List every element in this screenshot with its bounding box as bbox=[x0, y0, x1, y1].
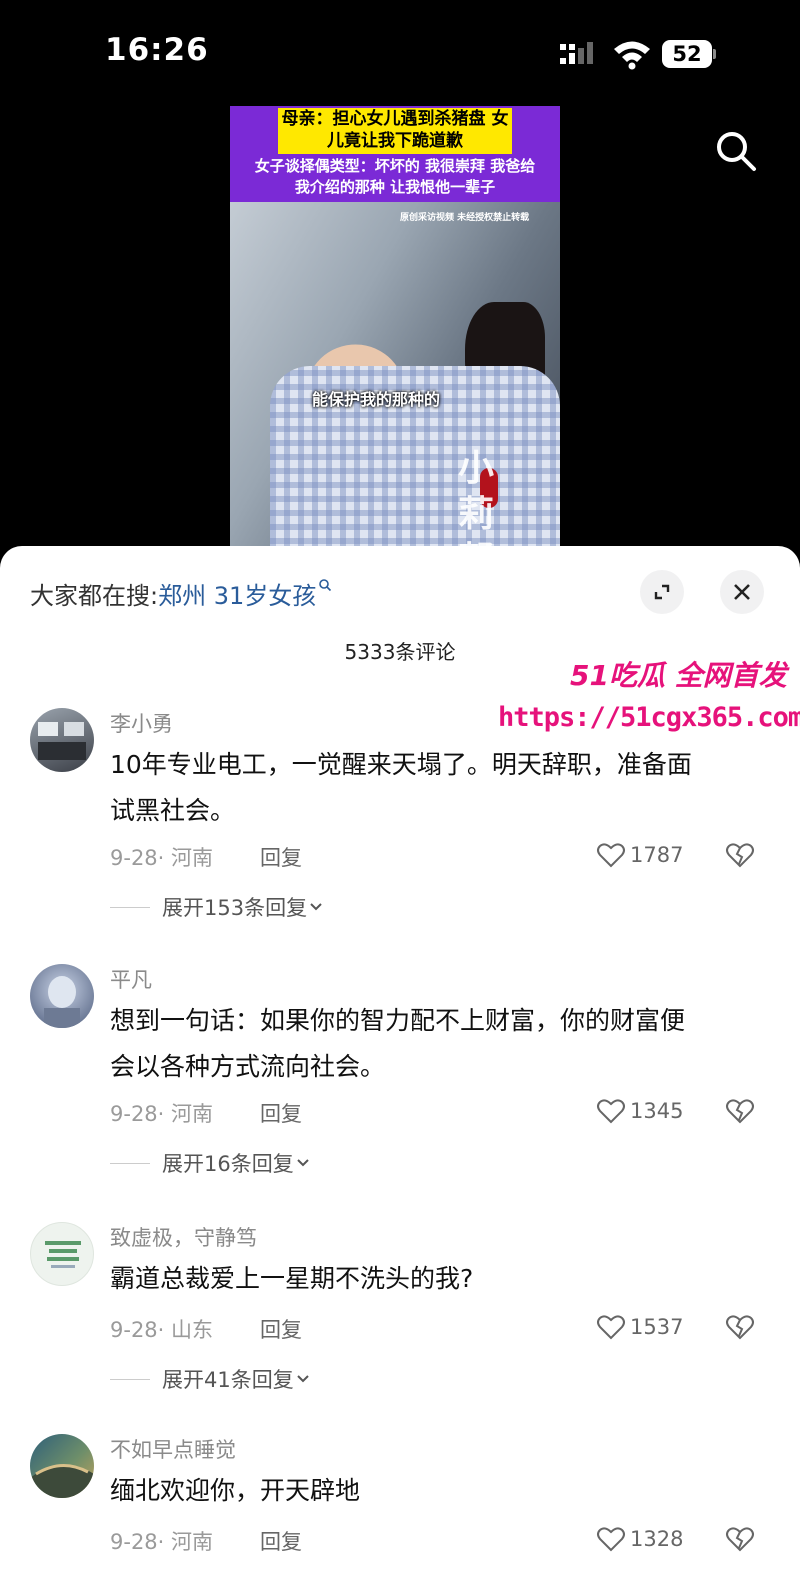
battery-level: 52 bbox=[662, 40, 712, 68]
reply-button[interactable]: 回复 bbox=[260, 1314, 302, 1344]
avatar[interactable] bbox=[30, 708, 94, 772]
promo-watermark: 51吃瓜 全网首发 https://51cgx365.com bbox=[490, 654, 800, 744]
chevron-down-icon bbox=[297, 1159, 309, 1167]
comment-text-line: 10年专业电工，一觉醒来天塌了。明天辞职，准备面 bbox=[110, 750, 692, 779]
avatar[interactable] bbox=[30, 964, 94, 1028]
broken-heart-icon[interactable] bbox=[725, 842, 755, 868]
comment-text: 10年专业电工，一觉醒来天塌了。明天辞职，准备面 试黑社会。 bbox=[110, 742, 750, 834]
heart-icon bbox=[597, 1527, 625, 1552]
comment-text-line: 霸道总裁爱上一星期不洗头的我? bbox=[110, 1264, 474, 1293]
like-button[interactable]: 1537 bbox=[596, 1314, 683, 1340]
heart-icon bbox=[597, 843, 625, 868]
expand-button[interactable] bbox=[640, 570, 684, 614]
trending-search[interactable]: 大家都在搜:郑州 31岁女孩 bbox=[30, 576, 332, 611]
expand-icon bbox=[654, 584, 670, 600]
reply-button[interactable]: 回复 bbox=[260, 1098, 302, 1128]
expand-replies-label: 展开153条回复 bbox=[162, 896, 308, 920]
broken-heart-icon[interactable] bbox=[725, 1314, 755, 1340]
comment-meta: 9-28· 河南 bbox=[110, 1102, 214, 1126]
like-button[interactable]: 1787 bbox=[596, 842, 683, 868]
like-count: 1345 bbox=[630, 1099, 684, 1123]
like-button[interactable]: 1328 bbox=[596, 1526, 683, 1552]
comment-text-line: 会以各种方式流向社会。 bbox=[110, 1052, 386, 1081]
comment-username[interactable]: 李小勇 bbox=[110, 708, 173, 738]
trending-search-prefix: 大家都在搜: bbox=[30, 582, 159, 610]
broken-heart-icon[interactable] bbox=[725, 1098, 755, 1124]
video-side-caption: 小莉帮忙 bbox=[458, 448, 495, 556]
small-search-icon bbox=[319, 579, 332, 592]
comment-text-line: 试黑社会。 bbox=[110, 796, 236, 825]
cellular-signal-icon bbox=[560, 42, 593, 64]
close-button[interactable] bbox=[720, 570, 764, 614]
comment-username[interactable]: 平凡 bbox=[110, 964, 152, 994]
heart-icon bbox=[597, 1099, 625, 1124]
trending-search-term[interactable]: 郑州 31岁女孩 bbox=[158, 582, 316, 610]
video-copyright-note: 原创采访视频 未经授权禁止转载 bbox=[400, 213, 530, 223]
status-time: 16:26 bbox=[105, 32, 209, 68]
comment-text: 霸道总裁爱上一星期不洗头的我? bbox=[110, 1256, 750, 1302]
video-headline-1: 母亲：担心女儿遇到杀猪盘 女儿竟让我下跪道歉 bbox=[278, 108, 512, 154]
wifi-icon bbox=[614, 41, 650, 70]
chevron-down-icon bbox=[297, 1375, 309, 1383]
comment-username[interactable]: 不如早点睡觉 bbox=[110, 1434, 236, 1464]
comment-meta: 9-28· 山东 bbox=[110, 1318, 214, 1342]
expand-replies-label: 展开16条回复 bbox=[162, 1152, 294, 1176]
expand-replies-button[interactable]: 展开153条回复 bbox=[110, 892, 325, 922]
video-title-band: 母亲：担心女儿遇到杀猪盘 女儿竟让我下跪道歉 女子谈择偶类型：坏坏的 我很崇拜 … bbox=[230, 106, 560, 202]
battery-icon: 52 bbox=[662, 40, 716, 68]
video-subtitle: 能保护我的那种的 bbox=[312, 390, 441, 409]
like-count: 1787 bbox=[630, 843, 684, 867]
expand-replies-button[interactable]: 展开41条回复 bbox=[110, 1364, 312, 1394]
reply-button[interactable]: 回复 bbox=[260, 842, 302, 872]
comments-header: 大家都在搜:郑州 31岁女孩 5333条评论 bbox=[0, 546, 800, 664]
comment-text: 缅北欢迎你，开天辟地 bbox=[110, 1468, 750, 1514]
expand-replies-label: 展开41条回复 bbox=[162, 1368, 294, 1392]
comment-text-line: 缅北欢迎你，开天辟地 bbox=[110, 1476, 361, 1505]
comment-meta: 9-28· 河南 bbox=[110, 846, 214, 870]
broken-heart-icon[interactable] bbox=[725, 1526, 755, 1552]
comment-text-line: 想到一句话：如果你的智力配不上财富，你的财富便 bbox=[110, 1006, 686, 1035]
expand-replies-button[interactable]: 展开16条回复 bbox=[110, 1148, 312, 1178]
search-icon[interactable] bbox=[712, 127, 760, 175]
close-icon bbox=[734, 584, 750, 600]
video-headline-2: 女子谈择偶类型：坏坏的 我很崇拜 我爸给我介绍的那种 让我恨他一辈子 bbox=[254, 157, 536, 196]
promo-brand: 51吃瓜 全网首发 bbox=[570, 659, 787, 692]
status-bar: 16:26 52 bbox=[0, 0, 800, 100]
like-count: 1328 bbox=[630, 1527, 684, 1551]
avatar[interactable] bbox=[30, 1222, 94, 1286]
reply-button[interactable]: 回复 bbox=[260, 1526, 302, 1556]
heart-icon bbox=[597, 1315, 625, 1340]
avatar[interactable] bbox=[30, 1434, 94, 1498]
video-player[interactable]: 母亲：担心女儿遇到杀猪盘 女儿竟让我下跪道歉 女子谈择偶类型：坏坏的 我很崇拜 … bbox=[230, 106, 560, 556]
comment-meta: 9-28· 河南 bbox=[110, 1530, 214, 1554]
promo-url: https://51cgx365.com bbox=[498, 702, 800, 733]
comment-text: 想到一句话：如果你的智力配不上财富，你的财富便 会以各种方式流向社会。 bbox=[110, 998, 750, 1090]
like-count: 1537 bbox=[630, 1315, 684, 1339]
like-button[interactable]: 1345 bbox=[596, 1098, 683, 1124]
chevron-down-icon bbox=[310, 903, 322, 911]
comment-username[interactable]: 致虚极，守静笃 bbox=[110, 1222, 257, 1252]
